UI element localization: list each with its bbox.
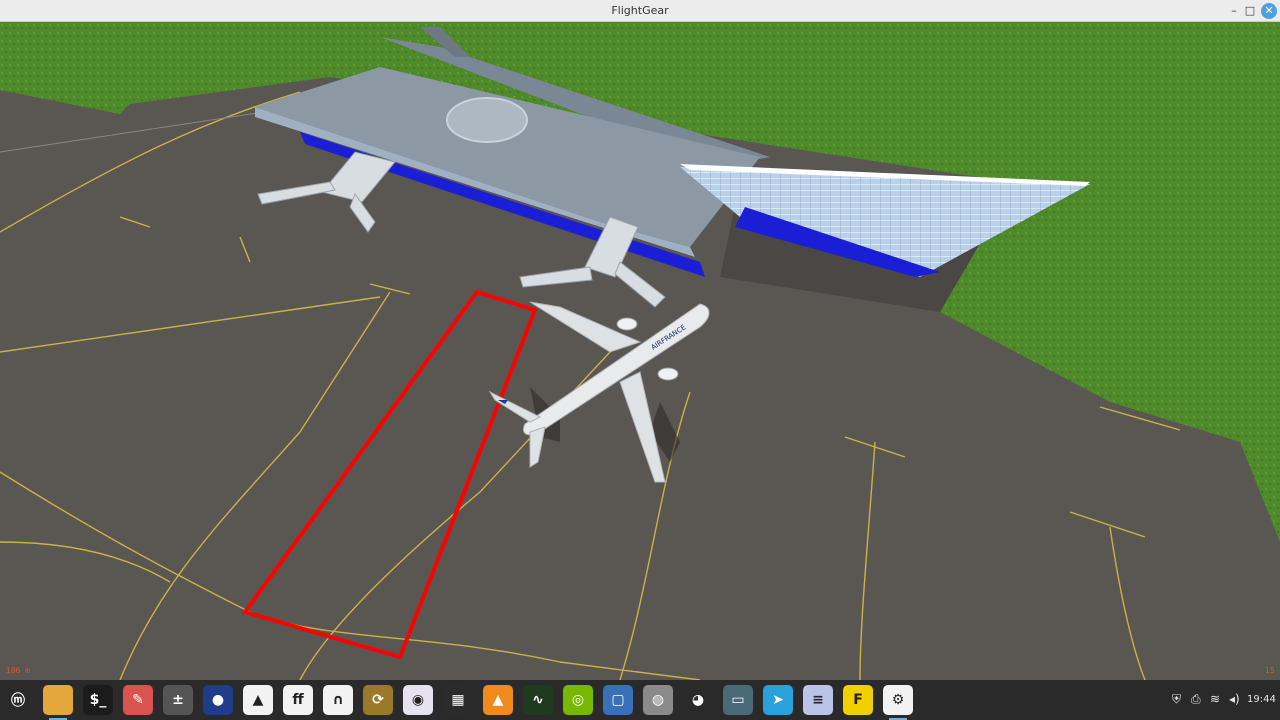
roof-dome: [446, 97, 528, 143]
settings-icon[interactable]: ⚙: [883, 685, 913, 720]
blender-icon[interactable]: ◕: [683, 685, 713, 715]
menu-icon[interactable]: ⓜ: [3, 685, 33, 715]
volume-icon[interactable]: ◂): [1229, 692, 1240, 706]
flightgear-window: FlightGear – □ ✕ AIRFRANCE 106 m 15: [0, 0, 1280, 680]
files-icon[interactable]: [43, 685, 73, 720]
hud-fps: 15: [1265, 666, 1275, 675]
calculator-icon[interactable]: ±: [163, 685, 193, 715]
camera-icon[interactable]: ◉: [403, 685, 433, 715]
wifi-icon[interactable]: ≋: [1210, 692, 1220, 706]
minimize-button[interactable]: –: [1226, 3, 1242, 19]
vlc-icon[interactable]: ▲: [483, 685, 513, 715]
title-bar: FlightGear – □ ✕: [0, 0, 1280, 22]
vpn-icon[interactable]: ●: [203, 685, 233, 715]
synaptic-icon[interactable]: ∩: [323, 685, 353, 715]
nvidia-icon[interactable]: ◎: [563, 685, 593, 715]
virtualbox-icon[interactable]: ▢: [603, 685, 633, 715]
telegram-icon[interactable]: ➤: [763, 685, 793, 715]
fontforge-icon[interactable]: ff: [283, 685, 313, 715]
flightgear-icon[interactable]: F: [843, 685, 873, 715]
update-manager-icon[interactable]: ⟳: [363, 685, 393, 715]
shield-icon[interactable]: ⛨: [1172, 692, 1181, 707]
taskbar: ⓜ $_ ✎ ± ● ▲ ff ∩ ⟳ ◉ ▦ ▲ ∿ ◎ ▢ ◍ ◕ ▭ ➤ ≡ F ⚙ ⛨ ⎙ ≋ ◂) 19:44: [0, 680, 1280, 720]
video-editor-icon[interactable]: ▦: [443, 685, 473, 715]
flightgear-viewport[interactable]: AIRFRANCE 106 m 15: [0, 22, 1280, 680]
hud-distance: 106 m: [6, 666, 31, 675]
gimp-icon[interactable]: ✎: [123, 685, 153, 715]
inkscape-icon[interactable]: ▲: [243, 685, 273, 715]
terminal-icon[interactable]: $_: [83, 685, 113, 715]
text-editor-icon[interactable]: ≡: [803, 685, 833, 715]
display-icon[interactable]: ▭: [723, 685, 753, 715]
clock[interactable]: 19:44: [1247, 694, 1276, 705]
scene-canvas: AIRFRANCE: [0, 22, 1280, 680]
close-button[interactable]: ✕: [1261, 3, 1277, 19]
system-monitor-icon[interactable]: ∿: [523, 685, 553, 715]
window-title: FlightGear: [611, 4, 669, 17]
maximize-button[interactable]: □: [1242, 3, 1258, 19]
printer-icon[interactable]: ⎙: [1191, 692, 1201, 707]
disks-icon[interactable]: ◍: [643, 685, 673, 715]
